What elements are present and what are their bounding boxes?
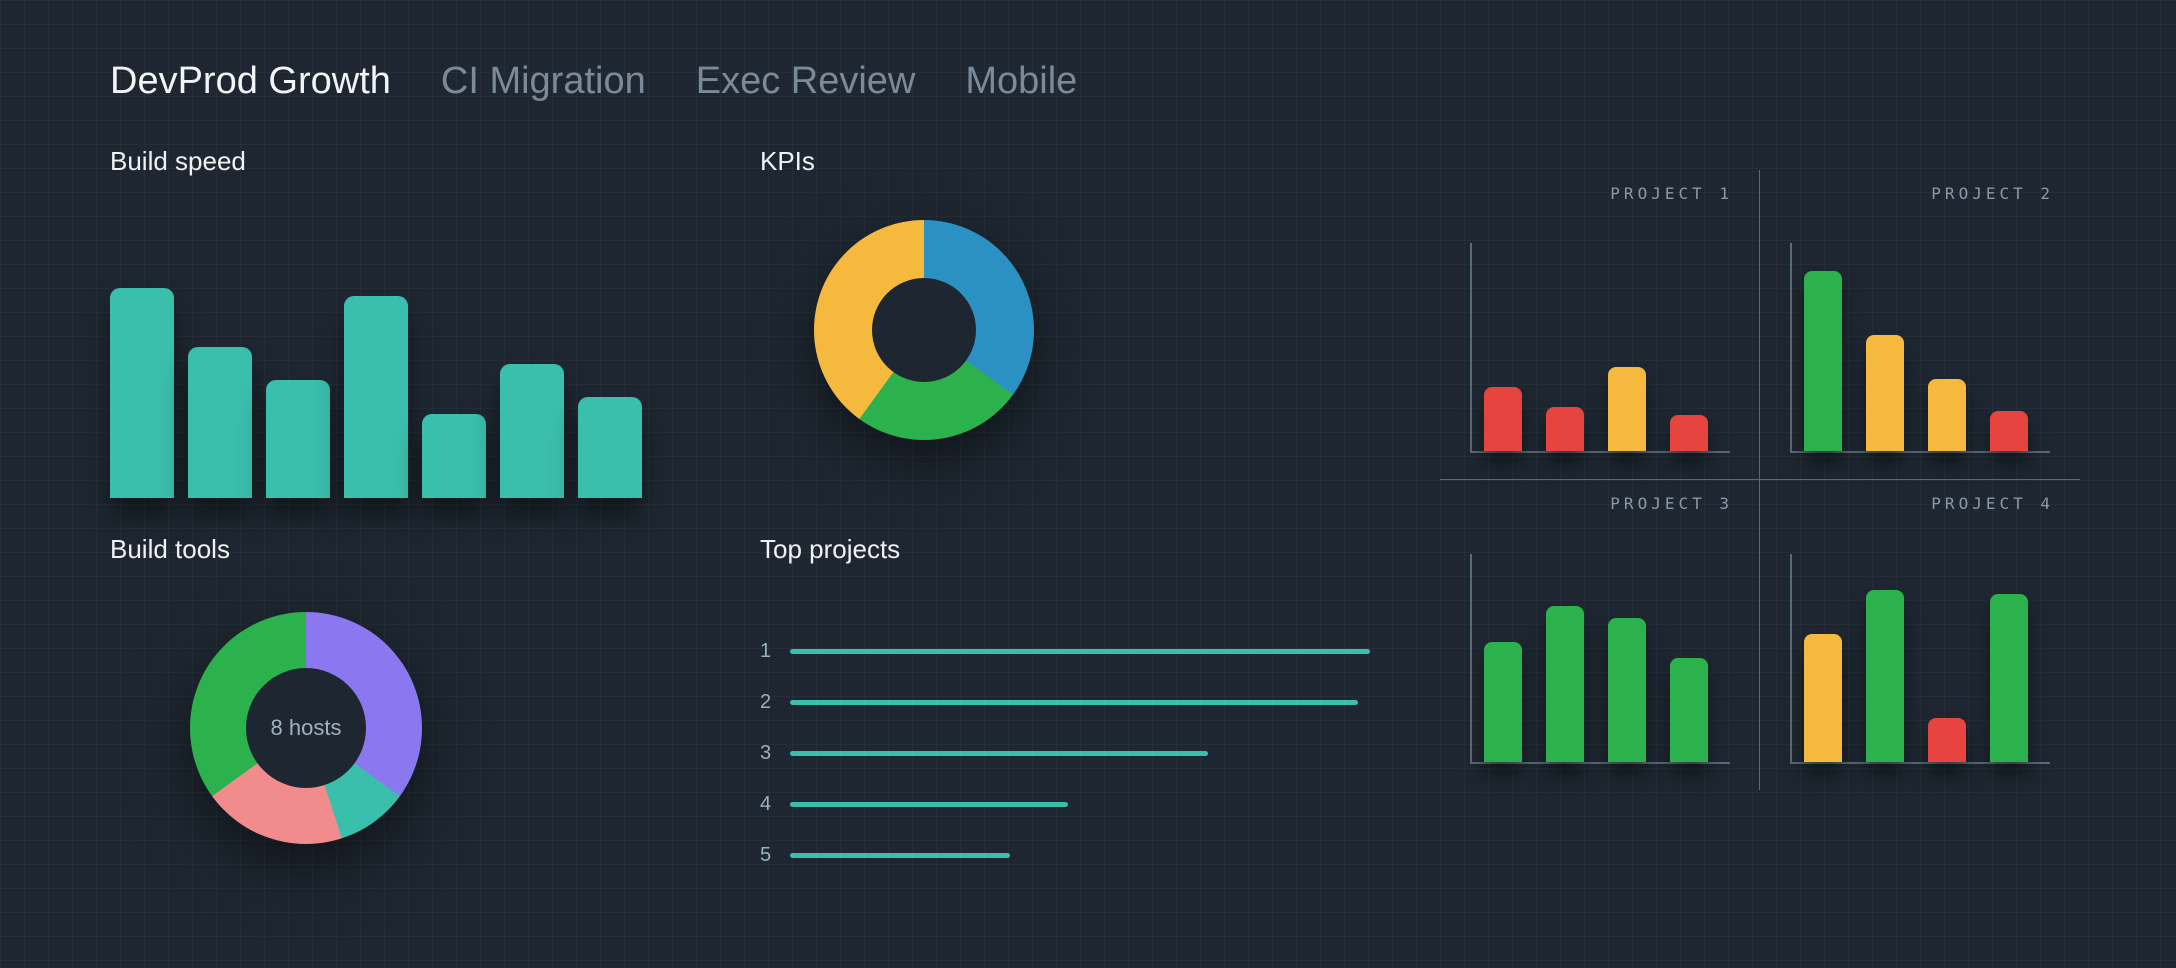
build-speed-bar [110, 288, 174, 498]
project-4-bars [1804, 562, 2028, 762]
top-projects-row: 4 [760, 793, 1380, 816]
build-speed-bar [344, 296, 408, 498]
build-speed-bar [500, 364, 564, 498]
project-2-cell: PROJECT 2 [1760, 170, 2080, 480]
project-1-cell: PROJECT 1 [1440, 170, 1760, 480]
build-speed-bar [188, 347, 252, 498]
top-projects-bar [790, 853, 1010, 858]
project-4-cell: PROJECT 4 [1760, 480, 2080, 790]
top-projects-row: 3 [760, 742, 1380, 765]
build-speed-bar [578, 397, 642, 498]
build-speed-bar [266, 380, 330, 498]
project-1-title: PROJECT 1 [1610, 184, 1733, 203]
project-3-cell: PROJECT 3 [1440, 480, 1760, 790]
top-projects-rank: 5 [760, 844, 790, 867]
project-bar [1484, 387, 1522, 451]
project-bar [1866, 590, 1904, 762]
top-projects-bar [790, 751, 1208, 756]
build-tools-title: Build tools [110, 534, 230, 565]
project-2-title: PROJECT 2 [1931, 184, 2054, 203]
project-bar [1990, 411, 2028, 451]
top-projects-row: 1 [760, 640, 1380, 663]
top-projects-bar [790, 802, 1068, 807]
projects-grid: PROJECT 1 PROJECT 2 PROJECT 3 PROJECT 4 [1440, 170, 2080, 790]
top-projects-title: Top projects [760, 534, 900, 565]
project-bar [1928, 379, 1966, 451]
project-3-title: PROJECT 3 [1610, 494, 1733, 513]
project-bar [1804, 271, 1842, 451]
build-speed-bar [422, 414, 486, 498]
project-bar [1608, 367, 1646, 451]
project-bar [1484, 642, 1522, 762]
top-projects-row: 5 [760, 844, 1380, 867]
build-speed-title: Build speed [110, 146, 246, 177]
tab-exec-review[interactable]: Exec Review [696, 60, 916, 103]
project-3-bars [1484, 562, 1708, 762]
project-1-bars [1484, 251, 1708, 451]
project-bar [1608, 618, 1646, 762]
build-tools-center-label: 8 hosts [190, 612, 422, 844]
tab-mobile[interactable]: Mobile [965, 60, 1077, 103]
top-projects-rank: 3 [760, 742, 790, 765]
project-bar [1866, 335, 1904, 451]
top-projects-rank: 2 [760, 691, 790, 714]
top-projects-bar [790, 649, 1370, 654]
top-projects-chart: 1 2 3 4 5 [760, 640, 1380, 895]
top-projects-row: 2 [760, 691, 1380, 714]
build-speed-chart [110, 288, 650, 498]
project-4-title: PROJECT 4 [1931, 494, 2054, 513]
tab-devprod-growth[interactable]: DevProd Growth [110, 60, 391, 103]
project-bar [1804, 634, 1842, 762]
project-bar [1990, 594, 2028, 762]
dashboard-tabs: DevProd Growth CI Migration Exec Review … [110, 60, 1077, 103]
kpis-title: KPIs [760, 146, 815, 177]
project-bar [1546, 407, 1584, 451]
top-projects-rank: 1 [760, 640, 790, 663]
project-bar [1546, 606, 1584, 762]
project-bar [1928, 718, 1966, 762]
kpis-donut-chart [814, 220, 1034, 440]
top-projects-bar [790, 700, 1358, 705]
tab-ci-migration[interactable]: CI Migration [441, 60, 646, 103]
project-bar [1670, 658, 1708, 762]
project-bar [1670, 415, 1708, 451]
project-2-bars [1804, 251, 2028, 451]
top-projects-rank: 4 [760, 793, 790, 816]
